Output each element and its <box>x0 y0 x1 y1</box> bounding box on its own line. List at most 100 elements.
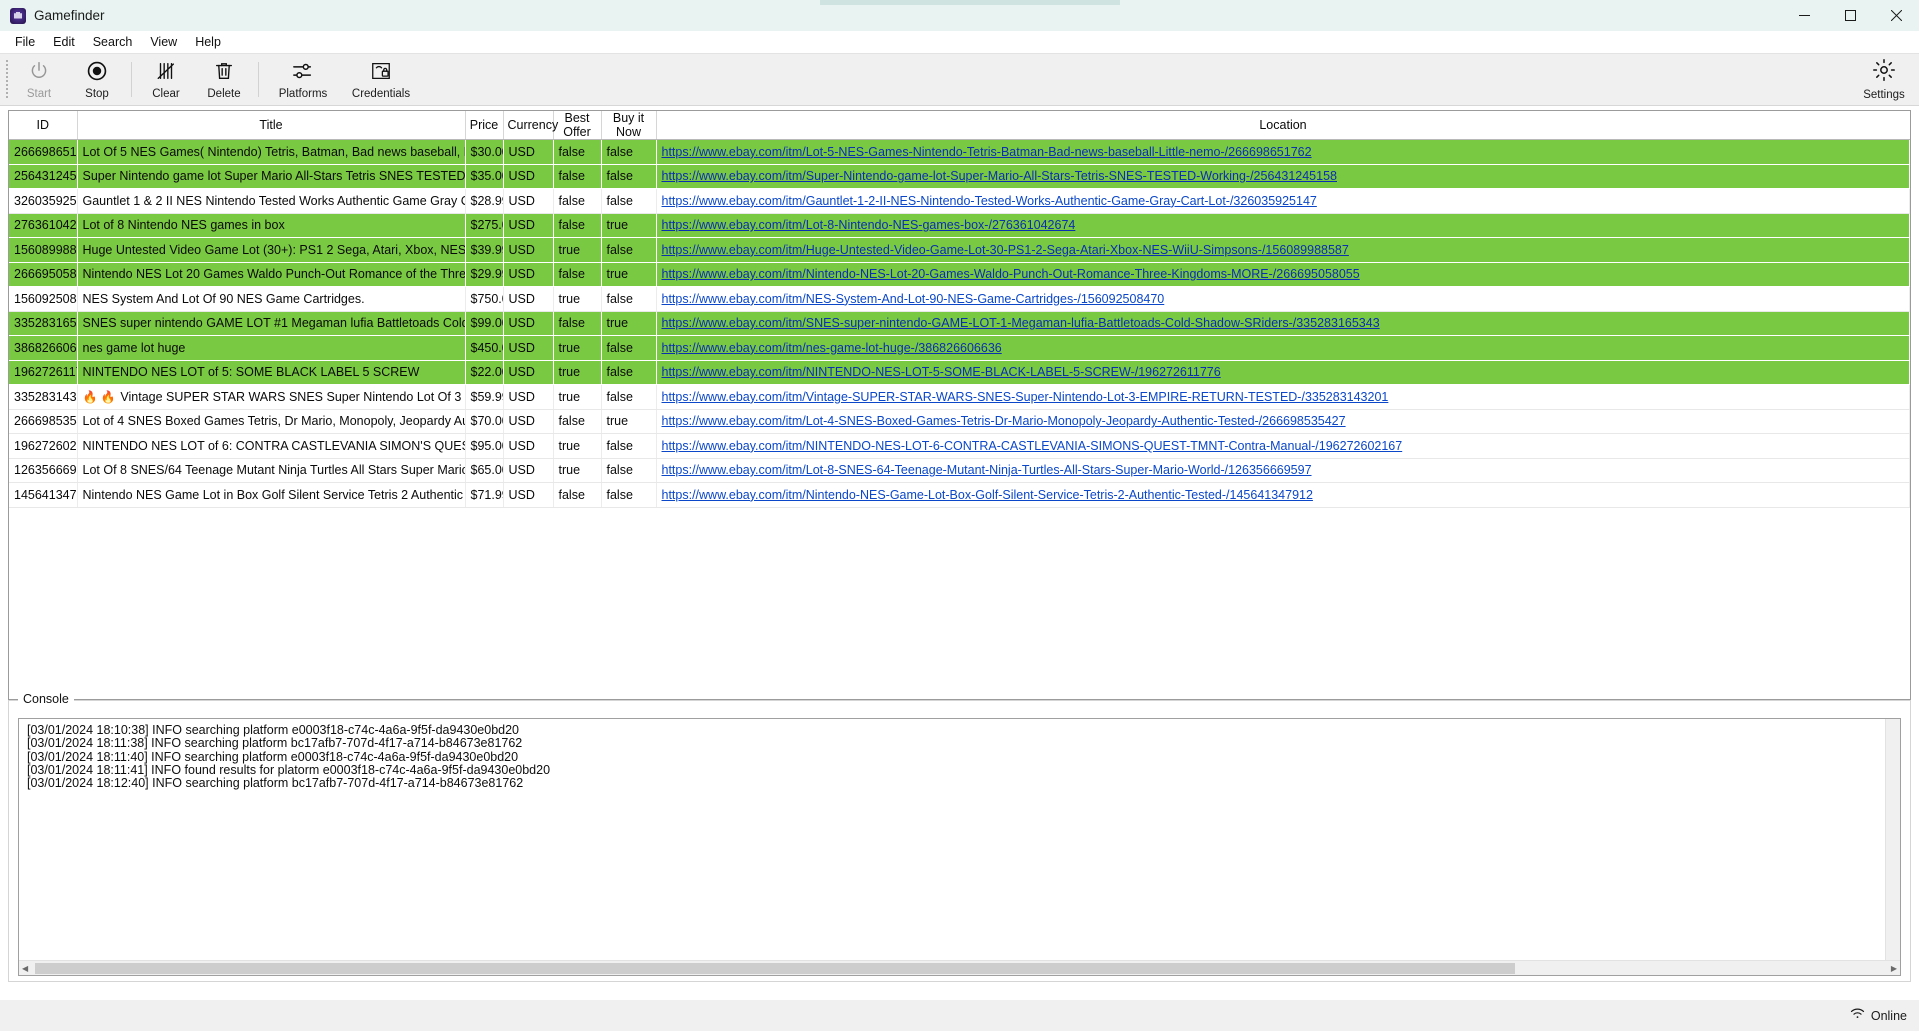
console-vertical-scrollbar[interactable] <box>1885 719 1900 960</box>
menu-view[interactable]: View <box>141 32 186 52</box>
listing-link[interactable]: https://www.ebay.com/itm/nes-game-lot-hu… <box>662 341 1002 355</box>
listing-link[interactable]: https://www.ebay.com/itm/Super-Nintendo-… <box>662 169 1337 183</box>
console-horizontal-scrollbar[interactable]: ◀ ▶ <box>19 960 1900 975</box>
listing-link[interactable]: https://www.ebay.com/itm/Nintendo-NES-Lo… <box>662 267 1360 281</box>
scroll-right-icon[interactable]: ▶ <box>1891 961 1897 975</box>
table-row[interactable]: 196272611776 NINTENDO NES LOT of 5: SOME … <box>9 360 1910 385</box>
credentials-lock-icon <box>369 60 393 87</box>
gear-icon <box>1872 58 1896 87</box>
listing-link[interactable]: https://www.ebay.com/itm/Gauntlet-1-2-II… <box>662 194 1317 208</box>
table-row[interactable]: 126356669597 Lot Of 8 SNES/64 Teenage Mut… <box>9 458 1910 483</box>
cell-buy-it-now: true <box>601 262 657 287</box>
cell-title: Super Nintendo game lot Super Mario All-… <box>77 164 466 189</box>
cell-best-offer: false <box>553 262 602 287</box>
cell-title: Lot of 4 SNES Boxed Games Tetris, Dr Mar… <box>77 409 466 434</box>
cell-price: $30.00 <box>465 139 504 165</box>
menu-help[interactable]: Help <box>186 32 230 52</box>
table-row[interactable]: 335283143201🔥🔥Vintage SUPER STAR WARS SN… <box>9 384 1910 410</box>
settings-label: Settings <box>1863 88 1905 101</box>
cell-title-text: SNES super nintendo GAME LOT #1 Megaman … <box>82 316 465 331</box>
table-row[interactable]: 156089988587 Huge Untested Video Game Lot… <box>9 237 1910 263</box>
cell-location: https://www.ebay.com/itm/Nintendo-NES-Lo… <box>656 262 1910 287</box>
menu-bar: File Edit Search View Help <box>0 31 1919 53</box>
column-header-best-offer[interactable]: Best Offer <box>553 111 602 140</box>
toolbar: Start Stop Clear Delete Platforms Creden… <box>0 53 1919 106</box>
listing-link[interactable]: https://www.ebay.com/itm/Lot-8-SNES-64-T… <box>662 463 1312 477</box>
listing-link[interactable]: https://www.ebay.com/itm/Lot-4-SNES-Boxe… <box>662 414 1346 428</box>
listing-link[interactable]: https://www.ebay.com/itm/Lot-5-NES-Games… <box>662 145 1312 159</box>
credentials-button[interactable]: Credentials <box>342 54 420 105</box>
cell-buy-it-now: false <box>601 458 657 483</box>
listing-link[interactable]: https://www.ebay.com/itm/NINTENDO-NES-LO… <box>662 439 1403 453</box>
console-line: [03/01/2024 18:12:40] INFO searching pla… <box>27 776 524 791</box>
cell-title: 🔥🔥 Vintage SUPER STAR WARS SNES Super Nin… <box>77 384 466 410</box>
cell-buy-it-now: true <box>601 311 657 336</box>
stop-button[interactable]: Stop <box>68 54 126 105</box>
delete-button[interactable]: Delete <box>195 54 253 105</box>
window-title: Gamefinder <box>34 8 105 23</box>
toolbar-separator-1 <box>131 62 132 97</box>
settings-button[interactable]: Settings <box>1853 54 1915 105</box>
results-grid[interactable]: ID Title Price Currency Best Offer Buy i… <box>8 110 1911 700</box>
cell-id: 266698535427 <box>9 409 78 434</box>
listing-link[interactable]: https://www.ebay.com/itm/NES-System-And-… <box>662 292 1165 306</box>
cell-price: $39.99 <box>465 237 504 263</box>
menu-edit[interactable]: Edit <box>44 32 84 52</box>
cell-id: 156089988587 <box>9 237 78 263</box>
cell-location: https://www.ebay.com/itm/NINTENDO-NES-LO… <box>656 360 1910 385</box>
table-row[interactable]: 256431245158 Super Nintendo game lot Supe… <box>9 164 1910 189</box>
scrollbar-thumb[interactable] <box>35 963 1515 974</box>
listing-link[interactable]: https://www.ebay.com/itm/Vintage-SUPER-S… <box>662 390 1389 404</box>
cell-id: 156092508470 <box>9 286 78 312</box>
table-row[interactable]: 156092508470 NES System And Lot Of 90 NES… <box>9 286 1910 312</box>
column-header-currency[interactable]: Currency <box>503 111 558 140</box>
cell-buy-it-now: false <box>601 237 657 263</box>
platforms-button[interactable]: Platforms <box>264 54 342 105</box>
table-row[interactable]: 326035925147 Gauntlet 1 & 2 II NES Ninten… <box>9 188 1910 214</box>
console-line: [03/01/2024 18:11:40] INFO searching pla… <box>27 749 519 764</box>
listing-link[interactable]: https://www.ebay.com/itm/Lot-8-Nintendo-… <box>662 218 1076 232</box>
cell-id: 386826606636 <box>9 335 78 361</box>
listing-link[interactable]: https://www.ebay.com/itm/NINTENDO-NES-LO… <box>662 365 1221 379</box>
column-header-title[interactable]: Title <box>77 111 466 140</box>
menu-file[interactable]: File <box>6 32 44 52</box>
table-row[interactable]: 196272602167 NINTENDO NES LOT of 6: CONTR… <box>9 433 1910 459</box>
sliders-icon <box>291 60 315 87</box>
column-header-price[interactable]: Price <box>465 111 504 140</box>
menu-search[interactable]: Search <box>84 32 142 52</box>
listing-link[interactable]: https://www.ebay.com/itm/Nintendo-NES-Ga… <box>662 488 1313 502</box>
column-header-location[interactable]: Location <box>656 111 1910 140</box>
header-row: ID Title Price Currency Best Offer Buy i… <box>9 111 1910 140</box>
cell-title: Gauntlet 1 & 2 II NES Nintendo Tested Wo… <box>77 188 466 214</box>
column-header-buy-it-now[interactable]: Buy it Now <box>601 111 657 140</box>
listing-link[interactable]: https://www.ebay.com/itm/SNES-super-nint… <box>662 316 1380 330</box>
table-row[interactable]: 386826606636 nes game lot huge $450.00USDt… <box>9 335 1910 361</box>
cell-currency: USD <box>503 188 554 214</box>
table-row[interactable]: 266698535427 Lot of 4 SNES Boxed Games Te… <box>9 409 1910 434</box>
minimize-icon[interactable] <box>1781 0 1827 31</box>
cell-buy-it-now: true <box>601 409 657 434</box>
listing-link[interactable]: https://www.ebay.com/itm/Huge-Untested-V… <box>662 243 1349 257</box>
table-row[interactable]: 276361042674 Lot of 8 Nintendo NES games … <box>9 213 1910 238</box>
column-header-id[interactable]: ID <box>9 111 78 140</box>
table-row[interactable]: 145641347912 Nintendo NES Game Lot in Box… <box>9 482 1910 508</box>
cell-location: https://www.ebay.com/itm/Lot-8-Nintendo-… <box>656 213 1910 238</box>
table-row[interactable]: 335283165343 SNES super nintendo GAME LOT… <box>9 311 1910 336</box>
clear-button[interactable]: Clear <box>137 54 195 105</box>
cell-currency: USD <box>503 409 554 434</box>
cell-title: NINTENDO NES LOT of 6: CONTRA CASTLEVANI… <box>77 433 466 459</box>
cell-title: Nintendo NES Lot 20 Games Waldo Punch-Ou… <box>77 262 466 287</box>
console-label: Console <box>18 692 74 706</box>
console-textarea[interactable]: [03/01/2024 18:10:38] INFO searching pla… <box>18 718 1901 976</box>
cell-buy-it-now: false <box>601 482 657 508</box>
cell-id: 335283165343 <box>9 311 78 336</box>
close-icon[interactable] <box>1873 0 1919 31</box>
start-button[interactable]: Start <box>10 54 68 105</box>
maximize-icon[interactable] <box>1827 0 1873 31</box>
console-line: [03/01/2024 18:10:38] INFO searching pla… <box>27 723 520 737</box>
scroll-left-icon[interactable]: ◀ <box>22 961 28 975</box>
cell-currency: USD <box>503 458 554 483</box>
console-line: [03/01/2024 18:11:38] INFO searching pla… <box>27 736 523 751</box>
table-row[interactable]: 266695058055 Nintendo NES Lot 20 Games Wa… <box>9 262 1910 287</box>
table-row[interactable]: 266698651762 Lot Of 5 NES Games( Nintendo… <box>9 139 1910 165</box>
